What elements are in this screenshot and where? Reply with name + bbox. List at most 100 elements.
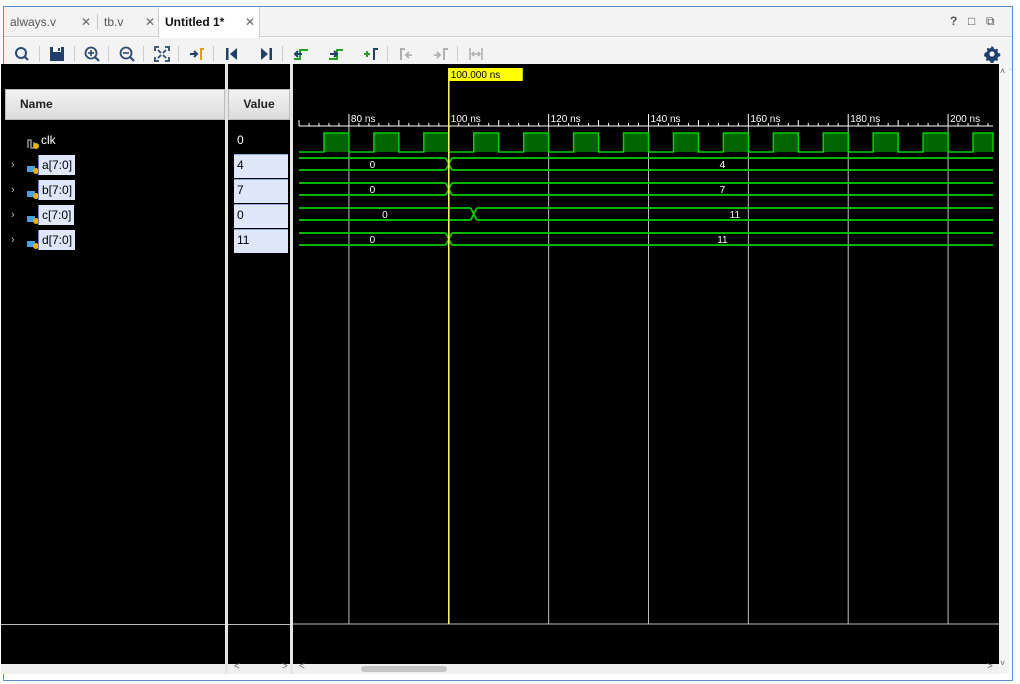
clk-high-pulse <box>723 133 749 152</box>
tab-label: Untitled 1* <box>165 15 225 29</box>
go-to-cursor-icon[interactable] <box>187 44 207 64</box>
tick-label: 80 ns <box>351 114 375 125</box>
help-icon[interactable]: ? <box>950 14 957 28</box>
search-icon[interactable] <box>12 44 32 64</box>
scroll-up-icon[interactable]: ˄ <box>1000 66 1005 76</box>
tick-label: 200 ns <box>950 114 980 125</box>
add-marker-icon[interactable] <box>361 44 381 64</box>
tick-label: 100 ns <box>451 114 481 125</box>
bus-value-label: 0 <box>382 210 388 221</box>
toolbar-separator <box>213 46 214 62</box>
signal-name: clk <box>41 133 56 147</box>
clk-high-pulse <box>773 133 799 152</box>
chevron-right-icon[interactable]: › <box>11 228 15 252</box>
clk-high-pulse <box>623 133 649 152</box>
bus-value-label: 11 <box>730 210 741 221</box>
zoom-out-icon[interactable] <box>117 44 137 64</box>
signal-value: 0 <box>234 204 288 228</box>
value-scrollbar[interactable]: < > <box>228 661 290 674</box>
float-icon[interactable]: ⧉ <box>986 14 995 29</box>
toolbar-separator <box>39 46 40 62</box>
toolbar-separator <box>178 46 179 62</box>
bit-signal-icon <box>27 134 39 149</box>
pane-divider-line <box>1 624 225 625</box>
clk-high-pulse <box>573 133 599 152</box>
swap-cursors-icon[interactable] <box>466 44 486 64</box>
tab-label: always.v <box>10 15 57 29</box>
chevron-right-icon[interactable]: › <box>11 153 15 177</box>
waveform-canvas[interactable]: 80 ns 100 ns 120 ns 140 ns 160 ns 180 ns 200 n… <box>293 64 999 664</box>
waveform-horizontal-scrollbar[interactable]: < > <box>293 661 999 674</box>
name-column-header[interactable]: Name <box>5 89 225 120</box>
signal-name: a[7:0] <box>38 155 76 175</box>
clk-high-pulse <box>923 133 949 152</box>
signal-value-pane: Value 0 4 7 0 11 < > <box>228 64 290 674</box>
go-to-time-zero-icon[interactable] <box>222 44 242 64</box>
clk-high-pulse <box>673 133 699 152</box>
signal-value: 4 <box>234 154 288 178</box>
next-marker-icon[interactable] <box>431 44 451 64</box>
gear-icon[interactable] <box>982 44 1002 64</box>
signal-name: b[7:0] <box>38 180 76 200</box>
zoom-in-icon[interactable] <box>82 44 102 64</box>
close-icon[interactable]: ✕ <box>81 7 91 37</box>
signal-value: 11 <box>234 229 288 253</box>
signal-row[interactable]: › b[7:0] <box>1 178 225 202</box>
cursor-time-label: 100.000 ns <box>451 70 501 81</box>
bus-value-label: 0 <box>370 160 376 171</box>
scroll-left-icon[interactable]: < <box>299 661 305 672</box>
zoom-fit-icon[interactable] <box>152 44 172 64</box>
signal-row[interactable]: › a[7:0] <box>1 153 225 177</box>
bus-value-label: 11 <box>717 235 728 246</box>
save-icon[interactable] <box>47 44 67 64</box>
signal-row[interactable]: › d[7:0] <box>1 228 225 252</box>
tick-label: 160 ns <box>750 114 780 125</box>
clk-high-pulse <box>973 133 993 152</box>
chevron-right-icon[interactable]: › <box>11 178 15 202</box>
bus-transition <box>469 207 478 221</box>
close-icon[interactable]: ✕ <box>145 7 155 37</box>
signal-value: 7 <box>234 179 288 203</box>
toolbar-separator <box>108 46 109 62</box>
toolbar-separator <box>74 46 75 62</box>
restore-icon[interactable]: □ <box>968 14 975 28</box>
chevron-right-icon[interactable]: › <box>11 203 15 227</box>
bus-value-label: 0 <box>370 185 376 196</box>
name-scrollbar[interactable] <box>1 664 225 674</box>
tick-label: 120 ns <box>551 114 581 125</box>
toolbar-separator <box>387 46 388 62</box>
signal-name-pane: Name clk › a[7:0] › b[7:0] › c[7:0] › d[7:0] <box>1 64 225 674</box>
tab-always-v[interactable]: always.v ✕ <box>4 7 96 37</box>
scroll-left-icon[interactable]: < <box>234 661 240 672</box>
value-column-header[interactable]: Value <box>228 89 290 120</box>
signal-value: 0 <box>237 133 244 147</box>
tab-bar: always.v ✕ tb.v ✕ Untitled 1* ✕ ? □ ⧉ <box>4 7 1012 38</box>
clk-high-pulse <box>373 133 399 152</box>
scroll-down-icon[interactable]: ˅ <box>1000 658 1005 668</box>
pane-divider-line <box>228 624 290 625</box>
signal-row[interactable]: › c[7:0] <box>1 203 225 227</box>
waveform-svg: 80 ns 100 ns 120 ns 140 ns 160 ns 180 ns 200 n… <box>293 68 999 625</box>
clk-high-pulse <box>873 133 899 152</box>
tick-label: 140 ns <box>650 114 680 125</box>
signal-row[interactable]: clk <box>1 128 225 152</box>
toolbar-separator <box>143 46 144 62</box>
previous-transition-icon[interactable] <box>291 44 311 64</box>
signal-name: d[7:0] <box>38 230 76 250</box>
bus-value-label: 7 <box>720 185 726 196</box>
next-transition-icon[interactable] <box>326 44 346 64</box>
bus-value-label: 4 <box>720 160 726 171</box>
waveform-vertical-scrollbar[interactable]: ˄ ˅ <box>999 64 1009 674</box>
go-to-last-time-icon[interactable] <box>256 44 276 64</box>
tab-untitled-1[interactable]: Untitled 1* ✕ <box>158 7 260 38</box>
previous-marker-icon[interactable] <box>396 44 416 64</box>
clk-high-pulse <box>423 133 449 152</box>
close-icon[interactable]: ✕ <box>245 7 255 37</box>
tab-tb-v[interactable]: tb.v ✕ <box>98 7 158 37</box>
scrollbar-thumb[interactable] <box>361 666 447 672</box>
tick-label: 180 ns <box>850 114 880 125</box>
scroll-right-icon[interactable]: > <box>282 661 288 672</box>
scroll-right-icon[interactable]: > <box>987 661 993 672</box>
clk-high-pulse <box>473 133 499 152</box>
toolbar-separator <box>282 46 283 62</box>
